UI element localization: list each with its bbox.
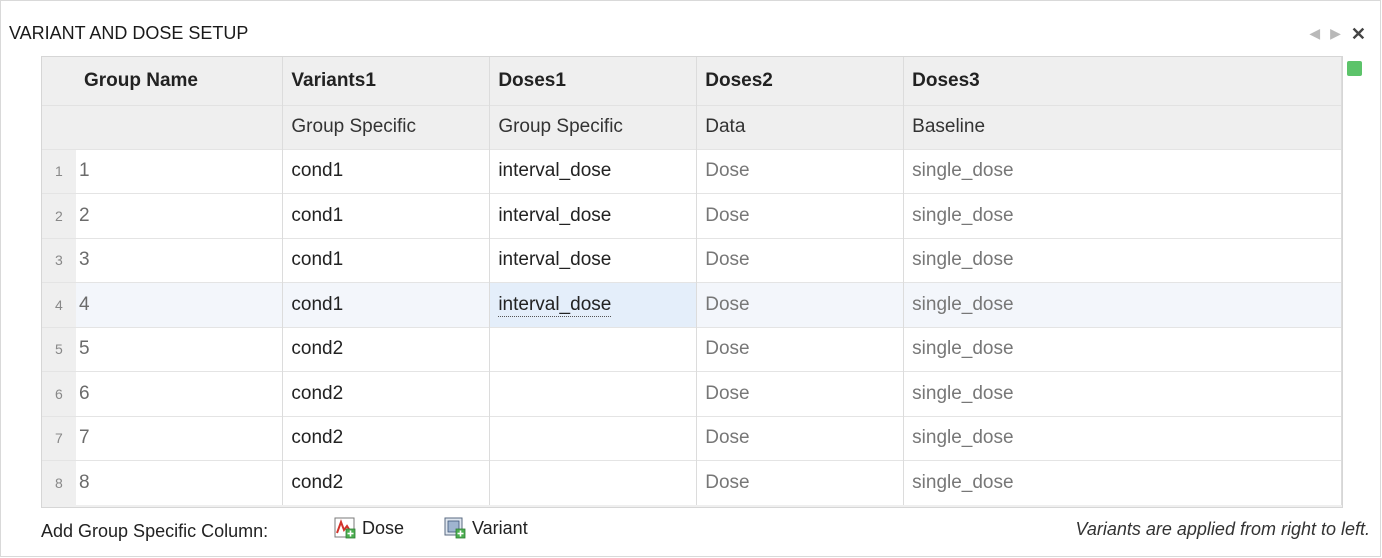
- dose2-cell: Dose: [696, 371, 905, 416]
- variant-cell[interactable]: cond1: [282, 237, 491, 283]
- group-name-cell[interactable]: 2: [75, 193, 284, 238]
- table-row[interactable]: 5 5 cond2 Dose single_dose: [42, 326, 1342, 372]
- subheader-doses2: Data: [696, 104, 905, 149]
- subheader-variants1: Group Specific: [282, 104, 491, 149]
- dose2-cell: Dose: [696, 282, 905, 327]
- panel-title: VARIANT AND DOSE SETUP: [9, 23, 249, 43]
- column-header-doses1[interactable]: Doses1: [489, 57, 698, 105]
- row-index: 2: [42, 193, 76, 238]
- close-icon[interactable]: ✕: [1351, 25, 1366, 43]
- group-name-cell[interactable]: 5: [75, 326, 284, 372]
- dose3-cell: single_dose: [903, 282, 1342, 327]
- dose1-cell[interactable]: interval_dose: [489, 193, 698, 238]
- dose2-cell: Dose: [696, 415, 905, 461]
- row-index: 5: [42, 326, 76, 372]
- dose3-cell: single_dose: [903, 460, 1342, 505]
- variant-cell[interactable]: cond2: [282, 415, 491, 461]
- chevron-left-icon[interactable]: ◀: [1309, 25, 1320, 42]
- dose2-cell: Dose: [696, 148, 905, 194]
- row-index: 1: [42, 148, 76, 194]
- column-header-group-name[interactable]: Group Name: [75, 57, 284, 105]
- variants-order-note: Variants are applied from right to left.: [1075, 519, 1370, 539]
- dose3-cell: single_dose: [903, 415, 1342, 461]
- table-row[interactable]: 7 7 cond2 Dose single_dose: [42, 415, 1342, 461]
- header-row: Group Name Variants1 Doses1 Doses2 Doses…: [42, 57, 1342, 105]
- row-index: 6: [42, 371, 76, 416]
- subheader-doses3: Baseline: [903, 104, 1342, 149]
- variant-cell[interactable]: cond2: [282, 460, 491, 505]
- add-dose-icon: [334, 517, 356, 539]
- row-index: 3: [42, 237, 76, 283]
- group-name-cell[interactable]: 7: [75, 415, 284, 461]
- add-dose-label: Dose: [362, 517, 405, 538]
- variant-cell[interactable]: cond2: [282, 326, 491, 372]
- dose3-cell: single_dose: [903, 237, 1342, 283]
- column-header-variants1[interactable]: Variants1: [282, 57, 491, 105]
- dose2-cell: Dose: [696, 326, 905, 372]
- dose3-cell: single_dose: [903, 371, 1342, 416]
- row-index: 7: [42, 415, 76, 461]
- chevron-right-icon[interactable]: ▶: [1330, 25, 1341, 42]
- group-name-cell[interactable]: 3: [75, 237, 284, 283]
- status-indicator-icon: [1347, 61, 1362, 76]
- variant-cell[interactable]: cond2: [282, 371, 491, 416]
- column-header-doses2[interactable]: Doses2: [696, 57, 905, 105]
- row-index: 8: [42, 460, 76, 505]
- dose-table: Group Name Variants1 Doses1 Doses2 Doses…: [42, 57, 1342, 505]
- dose3-cell: single_dose: [903, 193, 1342, 238]
- dose1-cell[interactable]: [489, 415, 698, 461]
- variant-cell[interactable]: cond1: [282, 148, 491, 194]
- dose3-cell: single_dose: [903, 326, 1342, 372]
- subheader-doses1: Group Specific: [489, 104, 698, 149]
- dose1-cell[interactable]: [489, 371, 698, 416]
- variant-cell[interactable]: cond1: [282, 193, 491, 238]
- dose-grid: Group Name Variants1 Doses1 Doses2 Doses…: [41, 56, 1343, 508]
- row-index: 4: [42, 282, 76, 327]
- table-row[interactable]: 3 3 cond1 interval_dose Dose single_dose: [42, 237, 1342, 283]
- table-row-selected[interactable]: 4 4 cond1 interval_dose Dose single_dose: [42, 282, 1342, 327]
- dose1-cell[interactable]: [489, 460, 698, 505]
- dose2-cell: Dose: [696, 460, 905, 505]
- subheader-row: Group Specific Group Specific Data Basel…: [42, 104, 1342, 149]
- table-row[interactable]: 6 6 cond2 Dose single_dose: [42, 371, 1342, 416]
- dose1-cell-selected[interactable]: interval_dose: [489, 282, 698, 327]
- dose1-cell[interactable]: interval_dose: [489, 148, 698, 194]
- index-header: [42, 57, 76, 105]
- dose1-cell[interactable]: [489, 326, 698, 372]
- variant-dose-setup-panel: VARIANT AND DOSE SETUP ◀ ▶ ✕ Group Name …: [0, 0, 1381, 557]
- panel-nav: ◀ ▶ ✕: [1309, 25, 1366, 43]
- dose1-cell[interactable]: interval_dose: [489, 237, 698, 283]
- group-name-cell[interactable]: 1: [75, 148, 284, 194]
- group-name-cell[interactable]: 6: [75, 371, 284, 416]
- table-row[interactable]: 1 1 cond1 interval_dose Dose single_dose: [42, 148, 1342, 194]
- add-variant-icon: [444, 517, 466, 539]
- table-row[interactable]: 2 2 cond1 interval_dose Dose single_dose: [42, 193, 1342, 238]
- dose2-cell: Dose: [696, 193, 905, 238]
- variant-cell[interactable]: cond1: [282, 282, 491, 327]
- subheader-group-name: [75, 104, 284, 149]
- index-subheader: [42, 104, 76, 149]
- dose1-cell-text: interval_dose: [498, 293, 612, 317]
- add-variant-button[interactable]: Variant: [444, 517, 528, 539]
- add-variant-label: Variant: [472, 517, 528, 538]
- add-column-label: Add Group Specific Column:: [41, 521, 269, 541]
- dose2-cell: Dose: [696, 237, 905, 283]
- dose3-cell: single_dose: [903, 148, 1342, 194]
- group-name-cell[interactable]: 8: [75, 460, 284, 505]
- group-name-cell[interactable]: 4: [75, 282, 284, 327]
- column-header-doses3[interactable]: Doses3: [903, 57, 1342, 105]
- table-row[interactable]: 8 8 cond2 Dose single_dose: [42, 460, 1342, 505]
- add-dose-button[interactable]: Dose: [334, 517, 404, 539]
